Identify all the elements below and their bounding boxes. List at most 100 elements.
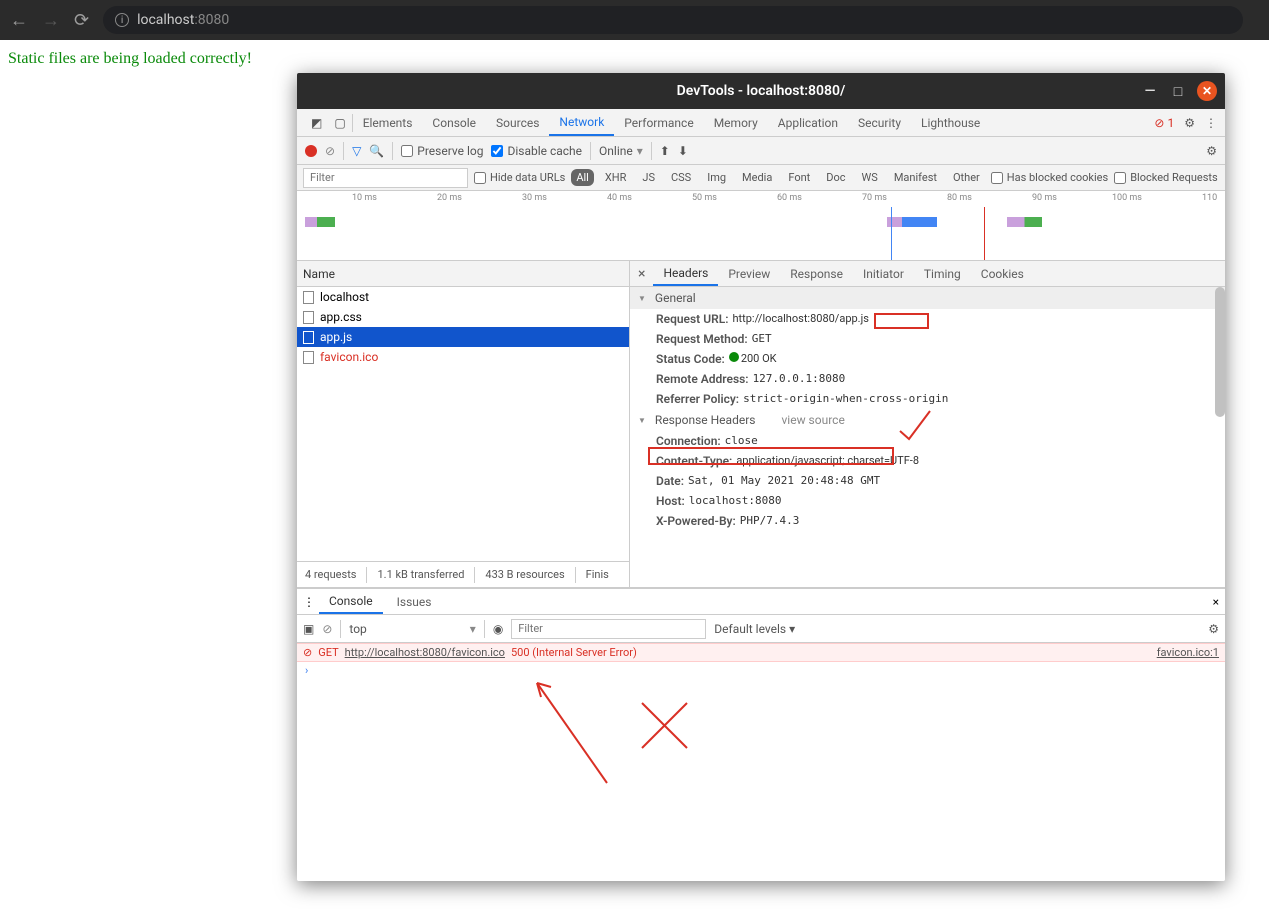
clear-button[interactable]: ⊘ — [325, 144, 335, 158]
console-error-row[interactable]: ⊘ GET http://localhost:8080/favicon.ico … — [297, 643, 1225, 662]
filter-manifest[interactable]: Manifest — [889, 169, 942, 186]
console-filter[interactable] — [511, 619, 706, 639]
console-body[interactable]: ⊘ GET http://localhost:8080/favicon.ico … — [297, 643, 1225, 881]
kv-row: Host:localhost:8080 — [630, 491, 1225, 511]
request-row[interactable]: app.css — [297, 307, 629, 327]
devtools-window: DevTools - localhost:8080/ — □ ✕ ◩ ▢ Ele… — [297, 73, 1225, 881]
download-icon[interactable]: ⬇ — [678, 144, 688, 158]
tab-memory[interactable]: Memory — [704, 109, 768, 136]
dtab-cookies[interactable]: Cookies — [971, 261, 1034, 286]
search-icon[interactable]: 🔍 — [369, 144, 384, 158]
request-row[interactable]: favicon.ico — [297, 347, 629, 367]
dtab-timing[interactable]: Timing — [914, 261, 971, 286]
close-button[interactable]: ✕ — [1197, 81, 1217, 101]
maximize-button[interactable]: □ — [1169, 82, 1187, 100]
live-expr-icon[interactable]: ◉ — [493, 622, 503, 636]
console-clear-icon[interactable]: ⊘ — [322, 622, 332, 636]
console-gear-icon[interactable]: ⚙ — [1208, 622, 1219, 636]
filter-input[interactable] — [303, 168, 468, 188]
request-list-header[interactable]: Name — [297, 261, 629, 287]
filter-bar: Hide data URLs All XHR JS CSS Img Media … — [297, 165, 1225, 191]
tab-network[interactable]: Network — [549, 109, 614, 136]
address-bar[interactable]: i localhost:8080 — [103, 6, 1243, 34]
view-source-link[interactable]: view source — [781, 413, 844, 427]
forward-button[interactable]: → — [42, 10, 60, 31]
tab-lighthouse[interactable]: Lighthouse — [911, 109, 990, 136]
general-section[interactable]: General — [630, 287, 1225, 309]
filter-doc[interactable]: Doc — [821, 169, 850, 186]
reload-button[interactable]: ⟳ — [74, 10, 89, 31]
browser-toolbar: ← → ⟳ i localhost:8080 — [0, 0, 1269, 40]
page-message: Static files are being loaded correctly! — [8, 50, 252, 67]
preserve-log-checkbox[interactable]: Preserve log — [401, 144, 483, 158]
tab-application[interactable]: Application — [768, 109, 848, 136]
kv-row: Date:Sat, 01 May 2021 20:48:48 GMT — [630, 471, 1225, 491]
dtab-preview[interactable]: Preview — [718, 261, 780, 286]
devtools-titlebar[interactable]: DevTools - localhost:8080/ — □ ✕ — [297, 73, 1225, 109]
file-icon — [303, 331, 314, 344]
record-button[interactable] — [305, 145, 317, 157]
scrollbar[interactable] — [1215, 287, 1225, 417]
context-select[interactable]: top ▾ — [349, 622, 475, 636]
devtools-title: DevTools - localhost:8080/ — [677, 83, 846, 99]
url-port: :8080 — [194, 12, 229, 28]
disable-cache-checkbox[interactable]: Disable cache — [491, 144, 582, 158]
filter-ws[interactable]: WS — [857, 169, 883, 186]
dtab-initiator[interactable]: Initiator — [853, 261, 914, 286]
filter-js[interactable]: JS — [637, 169, 660, 186]
inspect-icon[interactable]: ◩ — [305, 116, 328, 130]
filter-media[interactable]: Media — [737, 169, 777, 186]
tab-security[interactable]: Security — [848, 109, 911, 136]
timeline-overview[interactable]: 10 ms 20 ms 30 ms 40 ms 50 ms 60 ms 70 m… — [297, 191, 1225, 261]
filter-xhr[interactable]: XHR — [600, 169, 632, 186]
network-toolbar: ⊘ ▽ 🔍 Preserve log Disable cache Online … — [297, 137, 1225, 165]
response-headers-section[interactable]: Response Headersview source — [630, 409, 1225, 431]
kv-row: X-Powered-By:PHP/7.4.3 — [630, 511, 1225, 531]
console-sidebar-icon[interactable]: ▣ — [303, 622, 314, 636]
hide-data-urls[interactable]: Hide data URLs — [474, 171, 565, 184]
close-drawer[interactable]: × — [1213, 595, 1219, 609]
net-gear-icon[interactable]: ⚙ — [1206, 144, 1217, 158]
info-icon: i — [115, 13, 129, 27]
close-detail[interactable]: × — [630, 261, 653, 286]
tab-console[interactable]: Console — [422, 109, 486, 136]
filter-css[interactable]: CSS — [666, 169, 696, 186]
ctab-issues[interactable]: Issues — [387, 589, 442, 614]
ctab-console[interactable]: Console — [319, 589, 383, 614]
back-button[interactable]: ← — [10, 10, 28, 31]
device-icon[interactable]: ▢ — [328, 116, 351, 130]
throttle-select[interactable]: Online ▾ — [599, 144, 643, 158]
blocked-requests[interactable]: Blocked Requests — [1114, 171, 1218, 184]
upload-icon[interactable]: ⬆ — [660, 144, 670, 158]
filter-all[interactable]: All — [571, 169, 594, 186]
file-icon — [303, 311, 314, 324]
filter-font[interactable]: Font — [783, 169, 815, 186]
drawer-more-icon[interactable]: ⋮ — [303, 595, 315, 609]
has-blocked-cookies[interactable]: Has blocked cookies — [991, 171, 1108, 184]
tab-sources[interactable]: Sources — [486, 109, 549, 136]
devtools-tabs: ◩ ▢ Elements Console Sources Network Per… — [297, 109, 1225, 137]
minimize-button[interactable]: — — [1141, 82, 1159, 100]
console-prompt[interactable]: › — [297, 662, 1225, 679]
error-badge[interactable]: ⊘1 — [1154, 116, 1174, 130]
status-dot-icon — [729, 352, 739, 362]
kv-row: Referrer Policy:strict-origin-when-cross… — [630, 389, 1225, 409]
request-row[interactable]: app.js — [297, 327, 629, 347]
request-detail: × Headers Preview Response Initiator Tim… — [630, 261, 1225, 587]
filter-other[interactable]: Other — [948, 169, 985, 186]
error-source-link[interactable]: favicon.ico:1 — [1157, 646, 1219, 659]
more-icon[interactable]: ⋮ — [1205, 116, 1217, 130]
console-tabs: ⋮ Console Issues × — [297, 589, 1225, 615]
filter-img[interactable]: Img — [702, 169, 731, 186]
filter-icon[interactable]: ▽ — [352, 144, 361, 158]
console-toolbar: ▣ ⊘ top ▾ ◉ Default levels ▾ ⚙ — [297, 615, 1225, 643]
tab-elements[interactable]: Elements — [353, 109, 423, 136]
kv-row: Remote Address:127.0.0.1:8080 — [630, 369, 1225, 389]
request-row[interactable]: localhost — [297, 287, 629, 307]
gear-icon[interactable]: ⚙ — [1184, 116, 1195, 130]
dtab-response[interactable]: Response — [780, 261, 853, 286]
levels-select[interactable]: Default levels ▾ — [714, 622, 795, 636]
dtab-headers[interactable]: Headers — [653, 261, 718, 286]
console-drawer: ⋮ Console Issues × ▣ ⊘ top ▾ ◉ Default l… — [297, 588, 1225, 881]
tab-performance[interactable]: Performance — [614, 109, 703, 136]
